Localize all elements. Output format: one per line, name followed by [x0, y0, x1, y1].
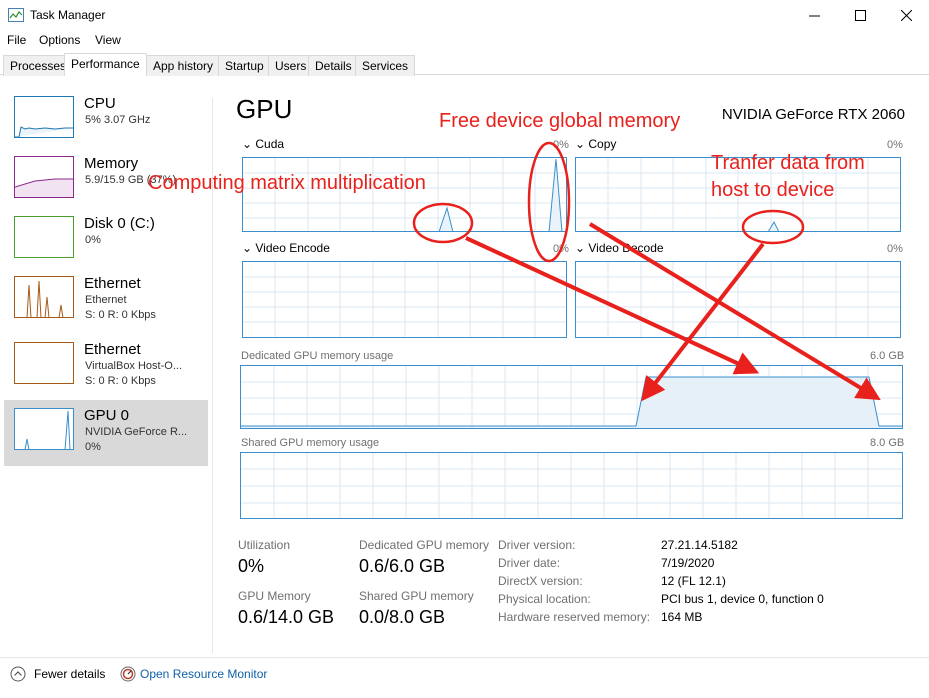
driver-date-value: 7/19/2020 — [661, 556, 715, 570]
page-title: GPU — [236, 94, 293, 124]
disk-label: Disk 0 (C:) — [84, 215, 155, 232]
tab-bar: Processes Performance App history Startu… — [0, 53, 929, 76]
sidebar-item-ethernet[interactable]: Ethernet Ethernet S: 0 R: 0 Kbps — [4, 268, 208, 334]
menu-file[interactable]: File — [7, 33, 26, 47]
fewer-details-link[interactable]: Fewer details — [34, 667, 105, 681]
physical-location-value: PCI bus 1, device 0, function 0 — [661, 592, 824, 606]
dedicated-gpu-memory-label: Dedicated GPU memory — [359, 538, 490, 552]
driver-version-value: 27.21.14.5182 — [661, 538, 738, 552]
ethernet-vbox-thumbnail-graph — [14, 342, 74, 384]
tab-details[interactable]: Details — [308, 55, 359, 76]
window-title: Task Manager — [30, 8, 106, 22]
driver-version-label: Driver version: — [498, 538, 576, 552]
dedicated-gpu-memory-value: 0.6/6.0 GB — [359, 556, 446, 576]
shared-gpu-memory-value: 0.0/8.0 GB — [359, 607, 446, 627]
open-resource-monitor-link[interactable]: Open Resource Monitor — [140, 667, 267, 681]
dedicated-memory-label: Dedicated GPU memory usage — [241, 350, 394, 362]
close-button[interactable] — [883, 0, 929, 30]
utilization-label: Utilization — [238, 538, 291, 552]
tab-app-history[interactable]: App history — [146, 55, 221, 76]
dedicated-memory-max: 6.0 GB — [870, 350, 905, 362]
directx-version-value: 12 (FL 12.1) — [661, 574, 726, 588]
resource-monitor-icon — [120, 666, 136, 682]
cpu-usage: 5% 3.07 GHz — [85, 114, 151, 126]
sidebar-item-gpu[interactable]: GPU 0 NVIDIA GeForce R... 0% — [4, 400, 208, 466]
task-manager-icon — [8, 8, 24, 22]
menu-bar: File Options View — [0, 31, 929, 49]
ethernet-vbox-adapter: VirtualBox Host-O... — [85, 360, 182, 372]
maximize-icon — [854, 9, 866, 21]
copy-engine-selector[interactable]: ⌄ Copy — [575, 137, 616, 151]
free-memory-annotation: Free device global memory — [439, 110, 681, 132]
transfer-annotation-line1: Tranfer data from — [711, 152, 865, 174]
ethernet-label: Ethernet — [84, 275, 141, 292]
gpu-thumbnail-graph — [14, 408, 74, 450]
utilization-value: 0% — [238, 556, 265, 576]
reserved-memory-label: Hardware reserved memory: — [498, 610, 651, 624]
tab-processes[interactable]: Processes — [3, 55, 74, 76]
cpu-label: CPU — [84, 95, 116, 112]
video-encode-label: Video Encode — [255, 241, 330, 255]
video-decode-label: Video Decode — [588, 241, 664, 255]
memory-thumbnail-graph — [14, 156, 74, 198]
copy-label: Copy — [588, 137, 617, 151]
video-decode-percent: 0% — [887, 243, 903, 255]
minimize-button[interactable] — [791, 0, 837, 30]
footer-divider — [0, 657, 929, 658]
reserved-memory-value: 164 MB — [661, 610, 703, 624]
cpu-thumbnail-graph — [14, 96, 74, 138]
tab-startup[interactable]: Startup — [218, 55, 271, 76]
maximize-button[interactable] — [837, 0, 883, 30]
video-encode-engine-selector[interactable]: ⌄ Video Encode — [242, 241, 330, 255]
driver-date-label: Driver date: — [498, 556, 561, 570]
close-icon — [900, 9, 912, 21]
shared-memory-graph — [240, 452, 903, 519]
gpu-usage: 0% — [85, 441, 101, 453]
copy-percent: 0% — [887, 139, 903, 151]
title-bar: Task Manager — [0, 0, 929, 30]
video-decode-graph — [575, 261, 901, 338]
video-encode-graph — [242, 261, 567, 338]
memory-label: Memory — [84, 155, 139, 172]
ethernet-adapter: Ethernet — [85, 294, 127, 306]
shared-memory-max: 8.0 GB — [870, 437, 905, 449]
cuda-engine-selector[interactable]: ⌄ Cuda — [242, 137, 284, 151]
gpu-label: GPU 0 — [84, 407, 130, 424]
minimize-icon — [808, 15, 820, 16]
menu-options[interactable]: Options — [39, 33, 80, 47]
collapse-chevron-icon[interactable] — [10, 666, 26, 682]
gpu-model-short: NVIDIA GeForce R... — [85, 426, 188, 438]
disk-usage: 0% — [85, 234, 101, 246]
ethernet-throughput: S: 0 R: 0 Kbps — [85, 309, 156, 321]
sidebar-item-ethernet-virtualbox[interactable]: Ethernet VirtualBox Host-O... S: 0 R: 0 … — [4, 334, 208, 400]
cuda-percent: 0% — [553, 139, 569, 151]
sidebar-item-cpu[interactable]: CPU 5% 3.07 GHz — [4, 88, 208, 154]
tab-services[interactable]: Services — [355, 55, 416, 76]
ethernet-vbox-label: Ethernet — [84, 341, 141, 358]
gpu-memory-label: GPU Memory — [238, 589, 311, 603]
physical-location-label: Physical location: — [498, 592, 591, 606]
transfer-annotation-line2: host to device — [711, 179, 835, 201]
video-decode-engine-selector[interactable]: ⌄ Video Decode — [575, 241, 664, 255]
footer: Fewer details Open Resource Monitor — [0, 660, 929, 690]
disk-thumbnail-graph — [14, 216, 74, 258]
menu-view[interactable]: View — [95, 33, 121, 47]
video-encode-percent: 0% — [553, 243, 569, 255]
shared-gpu-memory-label: Shared GPU memory — [359, 589, 474, 603]
shared-memory-label: Shared GPU memory usage — [241, 437, 380, 449]
matrix-annotation: Computing matrix multiplication — [148, 172, 426, 194]
tab-users[interactable]: Users — [268, 55, 314, 76]
gpu-memory-value: 0.6/14.0 GB — [238, 607, 335, 627]
ethernet-vbox-throughput: S: 0 R: 0 Kbps — [85, 375, 156, 387]
dedicated-memory-graph — [240, 365, 903, 429]
ethernet-thumbnail-graph — [14, 276, 74, 318]
sidebar-item-disk[interactable]: Disk 0 (C:) 0% — [4, 208, 208, 274]
tab-performance[interactable]: Performance — [64, 53, 147, 76]
cuda-label: Cuda — [255, 137, 285, 151]
gpu-model-name: NVIDIA GeForce RTX 2060 — [721, 106, 905, 123]
directx-version-label: DirectX version: — [498, 574, 583, 588]
